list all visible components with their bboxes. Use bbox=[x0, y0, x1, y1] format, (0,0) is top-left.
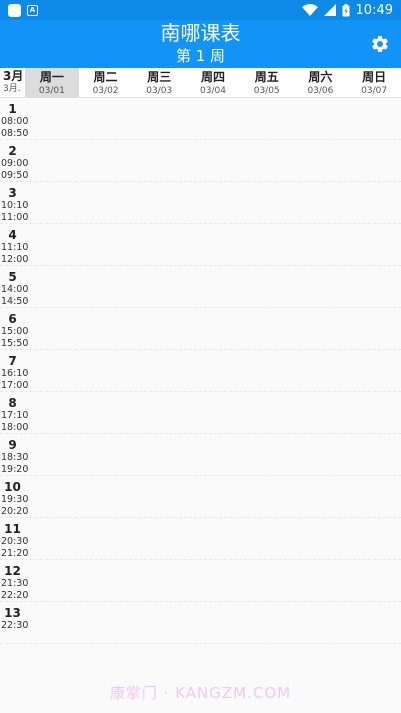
period-number: 5 bbox=[8, 270, 17, 284]
period-slot-area[interactable] bbox=[25, 224, 401, 265]
month-sub-label: 3月. bbox=[3, 84, 21, 94]
day-header-5[interactable]: 周五 03/05 bbox=[240, 68, 294, 98]
status-left: A bbox=[8, 3, 38, 17]
app-title: 南哪课表 bbox=[160, 21, 241, 45]
day-header-7[interactable]: 周日 03/07 bbox=[347, 68, 401, 98]
day-date: 03/07 bbox=[361, 86, 388, 96]
month-cell: 3月 3月. bbox=[0, 68, 25, 98]
watermark: 康掌门 · KANGZM.COM bbox=[109, 684, 292, 702]
day-name: 周六 bbox=[308, 70, 333, 84]
period-number: 13 bbox=[4, 606, 21, 620]
status-bar: A 10:49 bbox=[0, 0, 401, 20]
settings-button[interactable] bbox=[369, 33, 391, 55]
wifi-icon bbox=[301, 4, 318, 16]
period-number: 2 bbox=[8, 144, 17, 158]
period-row-12: 12 21:30 22:20 bbox=[0, 560, 401, 602]
day-name: 周一 bbox=[39, 70, 64, 84]
period-row-11: 11 20:30 21:20 bbox=[0, 518, 401, 560]
day-name: 周日 bbox=[362, 70, 387, 84]
period-slot-area[interactable] bbox=[25, 476, 401, 517]
period-row-7: 7 16:10 17:00 bbox=[0, 350, 401, 392]
period-number: 6 bbox=[8, 312, 17, 326]
status-time: 10:49 bbox=[355, 2, 393, 18]
signal-icon bbox=[323, 4, 336, 16]
period-number: 4 bbox=[8, 228, 17, 242]
day-name: 周三 bbox=[147, 70, 172, 84]
period-row-9: 9 18:30 19:20 bbox=[0, 434, 401, 476]
period-number: 11 bbox=[4, 522, 21, 536]
period-slot-area[interactable] bbox=[25, 308, 401, 349]
day-date: 03/01 bbox=[38, 86, 65, 96]
period-row-13: 13 22:30 bbox=[0, 602, 401, 644]
day-date: 03/06 bbox=[307, 86, 334, 96]
day-header-1[interactable]: 周一 03/01 bbox=[25, 68, 79, 98]
timetable-grid: 1 08:00 08:50 2 09:00 09:50 3 10:10 11:00 4 11:10 1… bbox=[0, 98, 401, 644]
period-row-8: 8 17:10 18:00 bbox=[0, 392, 401, 434]
period-row-1: 1 08:00 08:50 bbox=[0, 98, 401, 140]
period-row-6: 6 15:00 15:50 bbox=[0, 308, 401, 350]
day-header-2[interactable]: 周二 03/02 bbox=[79, 68, 133, 98]
period-slot-area[interactable] bbox=[25, 392, 401, 433]
day-date: 03/02 bbox=[92, 86, 119, 96]
period-slot-area[interactable] bbox=[25, 518, 401, 559]
period-slot-area[interactable] bbox=[25, 182, 401, 223]
period-row-4: 4 11:10 12:00 bbox=[0, 224, 401, 266]
day-name: 周四 bbox=[200, 70, 225, 84]
period-number: 8 bbox=[8, 396, 17, 410]
period-row-5: 5 14:00 14:50 bbox=[0, 266, 401, 308]
period-row-2: 2 09:00 09:50 bbox=[0, 140, 401, 182]
a-notification-icon: A bbox=[27, 4, 38, 16]
day-date: 03/04 bbox=[200, 86, 226, 96]
day-header-6[interactable]: 周六 03/06 bbox=[294, 68, 348, 98]
period-number: 3 bbox=[8, 186, 17, 200]
period-row-10: 10 19:30 20:20 bbox=[0, 476, 401, 518]
day-name: 周二 bbox=[93, 70, 118, 84]
period-number: 1 bbox=[8, 102, 17, 116]
day-header-3[interactable]: 周三 03/03 bbox=[132, 68, 186, 98]
period-number: 9 bbox=[8, 438, 17, 452]
battery-icon bbox=[342, 3, 350, 16]
day-date: 03/03 bbox=[146, 86, 173, 96]
a-notification-letter: A bbox=[29, 5, 36, 14]
period-slot-area[interactable] bbox=[25, 140, 401, 181]
period-number: 12 bbox=[4, 564, 21, 578]
period-slot-area[interactable] bbox=[25, 602, 401, 643]
day-name: 周五 bbox=[254, 70, 279, 84]
period-slot-area[interactable] bbox=[25, 98, 401, 139]
app-bar: 南哪课表 第 1 周 bbox=[0, 20, 401, 68]
period-row-3: 3 10:10 11:00 bbox=[0, 182, 401, 224]
period-slot-area[interactable] bbox=[25, 350, 401, 391]
day-date: 03/05 bbox=[253, 86, 280, 96]
day-header-4[interactable]: 周四 03/04 bbox=[186, 68, 240, 98]
period-slot-area[interactable] bbox=[25, 266, 401, 307]
week-header: 3月 3月. 周一 03/01 周二 03/02 周三 03/03 周四 03/04 周五 03/… bbox=[0, 68, 401, 98]
period-slot-area[interactable] bbox=[25, 434, 401, 475]
period-number: 7 bbox=[8, 354, 17, 368]
month-label: 3月 bbox=[3, 69, 24, 83]
gear-icon bbox=[372, 35, 388, 52]
week-indicator[interactable]: 第 1 周 bbox=[0, 47, 401, 65]
period-slot-area[interactable] bbox=[25, 560, 401, 601]
app-notification-icon bbox=[8, 3, 21, 17]
status-right: 10:49 bbox=[301, 2, 393, 18]
period-number: 10 bbox=[4, 480, 21, 494]
